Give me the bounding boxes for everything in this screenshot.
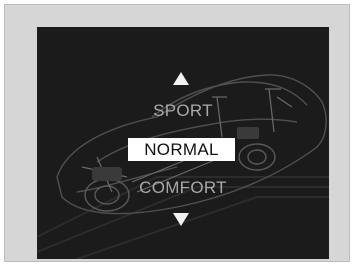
mode-option-normal-selected[interactable]: NORMAL xyxy=(128,138,235,161)
mode-option-sport[interactable]: SPORT xyxy=(37,101,329,121)
down-triangle-arrow-icon[interactable] xyxy=(173,213,189,226)
up-triangle-arrow-icon[interactable] xyxy=(173,72,189,85)
mode-option-comfort[interactable]: COMFORT xyxy=(37,178,329,198)
figure-frame: SPORT NORMAL COMFORT xyxy=(4,4,350,262)
drive-mode-display: SPORT NORMAL COMFORT xyxy=(37,27,329,259)
